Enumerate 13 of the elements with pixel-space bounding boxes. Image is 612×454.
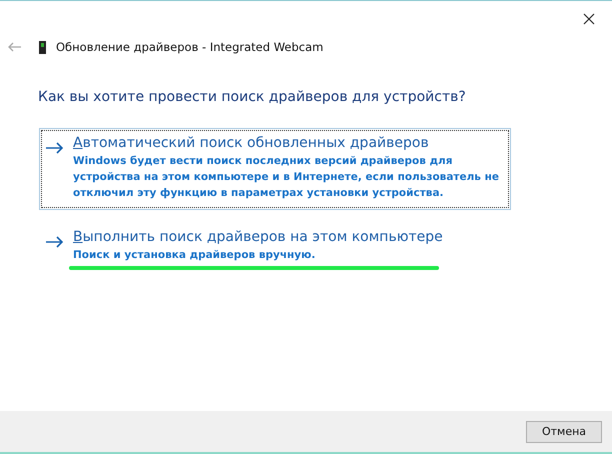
window-title: Обновление драйверов - Integrated Webcam [56,40,324,54]
cancel-button[interactable]: Отмена [526,420,602,442]
search-option[interactable] [39,128,511,210]
arrow-icon [46,236,64,248]
option-title: Выполнить поиск драйверов на этом компьютере [73,229,443,245]
webcam-icon [39,40,46,54]
option-description: Windows будет вести поиск последних версий драйверов для устройства на этом компьютере и в Интернете, если пользователь не отключил эту функцию в параметрах установки устройства. [73,154,500,201]
close-icon[interactable] [583,13,595,25]
page-heading: Как вы хотите провести поиск драйверов для устройств? [38,89,467,105]
arrow-icon [46,142,64,154]
option-title: Автоматический поиск обновленных драйверов [73,135,430,151]
search-option[interactable]: Выполнить поиск драйверов на этом компьютере Поиск и установка драйверов вручную. [39,222,511,272]
option-description: Поиск и установка драйверов вручную. [73,248,316,263]
